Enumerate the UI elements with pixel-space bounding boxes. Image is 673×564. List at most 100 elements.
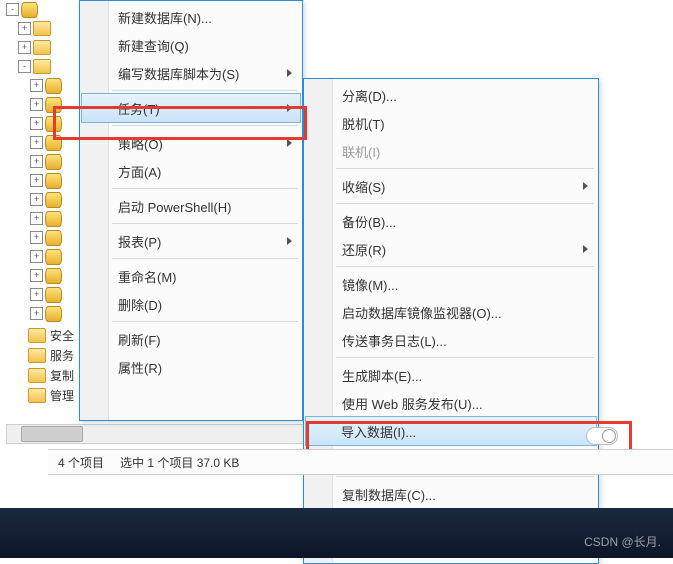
status-bar: 4 个项目 选中 1 个项目 37.0 KB bbox=[48, 449, 673, 475]
tree-label[interactable]: 安全 bbox=[50, 327, 74, 344]
menu-item-label: 生成脚本(E)... bbox=[342, 366, 422, 385]
menu-separator bbox=[336, 357, 594, 358]
tree-label[interactable]: 管理 bbox=[50, 387, 74, 404]
expand-icon[interactable]: + bbox=[30, 155, 43, 168]
expand-icon[interactable]: + bbox=[18, 41, 31, 54]
tree-node[interactable]: + bbox=[6, 95, 76, 114]
submenu-arrow-icon bbox=[583, 245, 588, 253]
tree-node[interactable]: + bbox=[6, 152, 76, 171]
tree-node[interactable]: - bbox=[6, 57, 76, 76]
expand-icon[interactable]: + bbox=[30, 174, 43, 187]
submenu-arrow-icon bbox=[287, 139, 292, 147]
expand-icon[interactable]: + bbox=[30, 231, 43, 244]
menu-item[interactable]: 方面(A) bbox=[82, 157, 300, 185]
submenu-arrow-icon bbox=[583, 182, 588, 190]
expand-icon[interactable]: + bbox=[30, 79, 43, 92]
horizontal-scrollbar[interactable] bbox=[6, 424, 308, 444]
expand-icon[interactable]: + bbox=[30, 250, 43, 263]
toggle-switch[interactable] bbox=[586, 427, 618, 445]
menu-item-label: 分离(D)... bbox=[342, 86, 397, 105]
menu-item-label: 传送事务日志(L)... bbox=[342, 331, 447, 350]
tree-node[interactable]: + bbox=[6, 114, 76, 133]
menu-item[interactable]: 新建查询(Q) bbox=[82, 31, 300, 59]
expand-icon[interactable]: + bbox=[30, 136, 43, 149]
menu-item[interactable]: 删除(D) bbox=[82, 290, 300, 318]
taskbar bbox=[0, 508, 673, 558]
tree-node[interactable]: + bbox=[6, 190, 76, 209]
menu-item[interactable]: 传送事务日志(L)... bbox=[306, 326, 596, 354]
menu-item[interactable]: 重命名(M) bbox=[82, 262, 300, 290]
expand-icon[interactable]: + bbox=[30, 288, 43, 301]
tree-label[interactable]: 复制 bbox=[50, 367, 74, 384]
menu-item[interactable]: 使用 Web 服务发布(U)... bbox=[306, 389, 596, 417]
menu-item[interactable]: 任务(T) bbox=[81, 93, 301, 123]
menu-item[interactable]: 新建数据库(N)... bbox=[82, 3, 300, 31]
expand-icon[interactable]: + bbox=[18, 22, 31, 35]
menu-item[interactable]: 镜像(M)... bbox=[306, 270, 596, 298]
menu-separator bbox=[336, 203, 594, 204]
collapse-icon[interactable]: - bbox=[6, 3, 19, 16]
collapse-icon[interactable]: - bbox=[18, 60, 31, 73]
expand-icon[interactable]: + bbox=[30, 307, 43, 320]
scrollbar-thumb[interactable] bbox=[21, 426, 83, 442]
menu-item[interactable]: 生成脚本(E)... bbox=[306, 361, 596, 389]
menu-item-label: 备份(B)... bbox=[342, 212, 396, 231]
tree-label[interactable]: 服务 bbox=[50, 347, 74, 364]
database-icon bbox=[45, 268, 62, 284]
tree-node[interactable]: + bbox=[6, 38, 76, 57]
menu-separator bbox=[112, 188, 298, 189]
tree-node[interactable]: + bbox=[6, 133, 76, 152]
menu-item[interactable]: 属性(R) bbox=[82, 353, 300, 381]
menu-item-label: 属性(R) bbox=[118, 358, 162, 377]
tree-node[interactable]: + bbox=[6, 304, 76, 323]
tree-node[interactable]: + bbox=[6, 247, 76, 266]
context-menu-primary: 新建数据库(N)... 新建查询(Q) 编写数据库脚本为(S) 任务(T) 策略(O) 方… bbox=[79, 0, 303, 421]
object-explorer-tree[interactable]: - + + - + + + + + + + + + + + + + bbox=[6, 0, 76, 323]
menu-item[interactable]: 报表(P) bbox=[82, 227, 300, 255]
menu-item-label: 策略(O) bbox=[118, 134, 163, 153]
menu-item-label: 编写数据库脚本为(S) bbox=[118, 64, 239, 83]
expand-icon[interactable]: + bbox=[30, 193, 43, 206]
menu-item[interactable]: 脱机(T) bbox=[306, 109, 596, 137]
menu-item[interactable]: 导入数据(I)... bbox=[305, 416, 597, 446]
tree-node[interactable]: + bbox=[6, 209, 76, 228]
menu-item[interactable]: 还原(R) bbox=[306, 235, 596, 263]
menu-item-label: 删除(D) bbox=[118, 295, 162, 314]
menu-item-label: 脱机(T) bbox=[342, 114, 385, 133]
expand-icon[interactable]: + bbox=[30, 269, 43, 282]
menu-item[interactable]: 启动 PowerShell(H) bbox=[82, 192, 300, 220]
menu-item-label: 方面(A) bbox=[118, 162, 161, 181]
folder-icon bbox=[33, 40, 51, 55]
expand-icon[interactable]: + bbox=[30, 117, 43, 130]
menu-item[interactable]: 刷新(F) bbox=[82, 325, 300, 353]
tree-node[interactable]: + bbox=[6, 285, 76, 304]
menu-item-label: 刷新(F) bbox=[118, 330, 161, 349]
tree-node[interactable]: + bbox=[6, 76, 76, 95]
expand-icon[interactable]: + bbox=[30, 212, 43, 225]
menu-item-label: 新建查询(Q) bbox=[118, 36, 189, 55]
menu-item[interactable]: 策略(O) bbox=[82, 129, 300, 157]
menu-item[interactable]: 备份(B)... bbox=[306, 207, 596, 235]
tree-node[interactable]: + bbox=[6, 266, 76, 285]
database-icon bbox=[45, 154, 62, 170]
menu-item[interactable]: 分离(D)... bbox=[306, 81, 596, 109]
menu-item[interactable]: 编写数据库脚本为(S) bbox=[82, 59, 300, 87]
menu-item[interactable]: 启动数据库镜像监视器(O)... bbox=[306, 298, 596, 326]
menu-separator bbox=[112, 321, 298, 322]
menu-item-label: 复制数据库(C)... bbox=[342, 485, 436, 504]
menu-separator bbox=[112, 90, 298, 91]
menu-item-label: 导入数据(I)... bbox=[341, 422, 416, 441]
menu-item-label: 使用 Web 服务发布(U)... bbox=[342, 394, 483, 413]
tree-node[interactable]: + bbox=[6, 19, 76, 38]
menu-item[interactable]: 复制数据库(C)... bbox=[306, 480, 596, 508]
menu-item-label: 启动 PowerShell(H) bbox=[118, 197, 231, 216]
tree-node[interactable]: - bbox=[6, 0, 76, 19]
menu-item[interactable]: 收缩(S) bbox=[306, 172, 596, 200]
menu-item-label: 新建数据库(N)... bbox=[118, 8, 212, 27]
tree-node[interactable]: + bbox=[6, 171, 76, 190]
database-icon bbox=[45, 287, 62, 303]
expand-icon[interactable]: + bbox=[30, 98, 43, 111]
status-selected: 选中 1 个项目 37.0 KB bbox=[120, 454, 239, 471]
menu-separator bbox=[336, 168, 594, 169]
tree-node[interactable]: + bbox=[6, 228, 76, 247]
